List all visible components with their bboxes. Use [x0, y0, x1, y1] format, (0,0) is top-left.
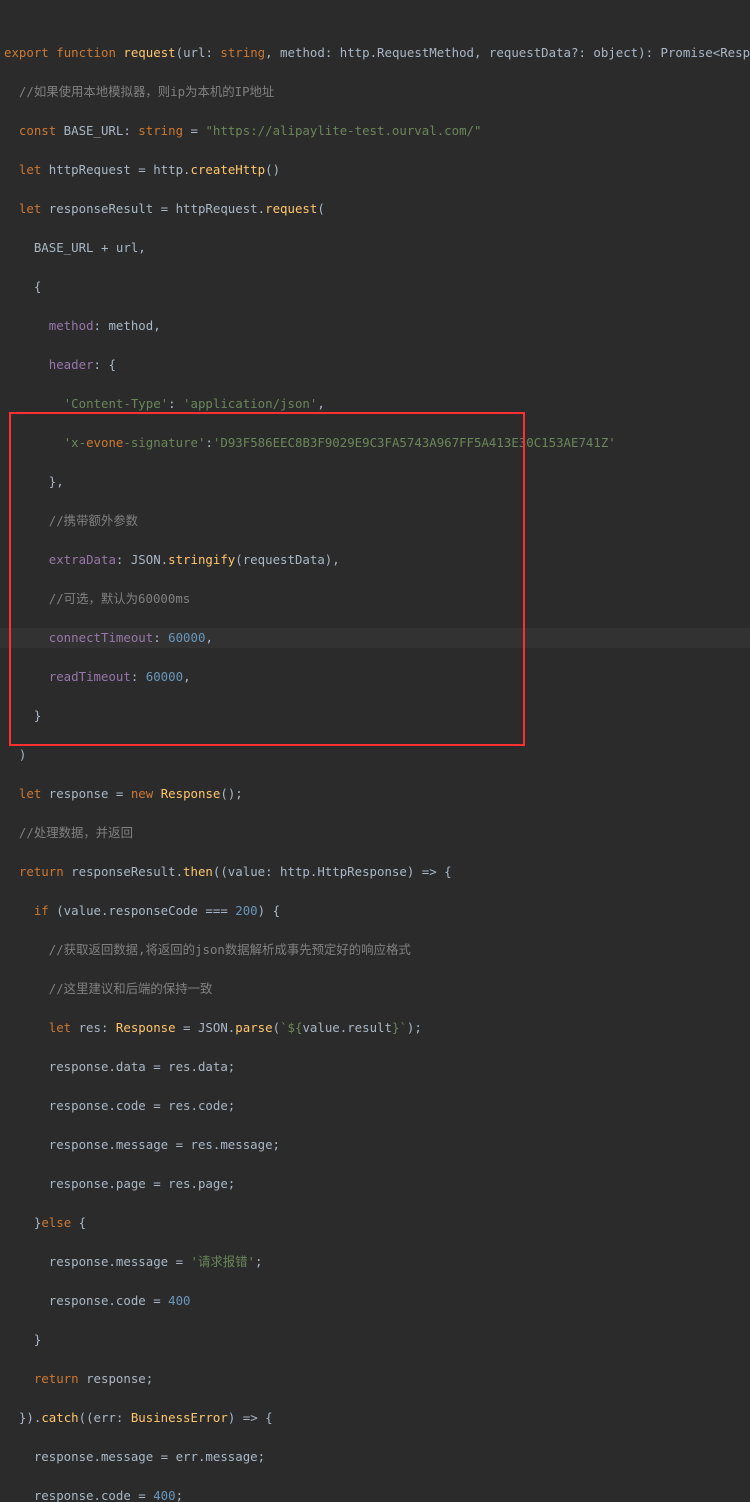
code-editor[interactable]: export function request(url: string, met… [0, 0, 750, 1502]
code-line: //可选，默认为60000ms [0, 589, 750, 609]
code-line: response.message = res.message; [0, 1135, 750, 1155]
code-line: } [0, 1330, 750, 1350]
code-line: let res: Response = JSON.parse(`${value.… [0, 1018, 750, 1038]
code-line: //这里建议和后端的保持一致 [0, 979, 750, 999]
code-line: { [0, 277, 750, 297]
code-line: //处理数据，并返回 [0, 823, 750, 843]
code-line: const BASE_URL: string = "https://alipay… [0, 121, 750, 141]
code-line: let response = new Response(); [0, 784, 750, 804]
code-line: //携带额外参数 [0, 511, 750, 531]
code-line: //如果使用本地模拟器，则ip为本机的IP地址 [0, 82, 750, 102]
code-line: ) [0, 745, 750, 765]
code-line: }, [0, 472, 750, 492]
code-line: if (value.responseCode === 200) { [0, 901, 750, 921]
code-line: response.data = res.data; [0, 1057, 750, 1077]
code-line: } [0, 706, 750, 726]
code-line: return responseResult.then((value: http.… [0, 862, 750, 882]
code-line: 'Content-Type': 'application/json', [0, 394, 750, 414]
code-line: response.code = 400; [0, 1486, 750, 1502]
code-line: method: method, [0, 316, 750, 336]
code-line: }).catch((err: BusinessError) => { [0, 1408, 750, 1428]
code-line: readTimeout: 60000, [0, 667, 750, 687]
code-line: 'x-evone-signature':'D93F586EEC8B3F9029E… [0, 433, 750, 453]
code-line: response.page = res.page; [0, 1174, 750, 1194]
code-line: response.code = 400 [0, 1291, 750, 1311]
code-line: }else { [0, 1213, 750, 1233]
code-line: //获取返回数据,将返回的json数据解析成事先预定好的响应格式 [0, 940, 750, 960]
code-line: let httpRequest = http.createHttp() [0, 160, 750, 180]
code-line: extraData: JSON.stringify(requestData), [0, 550, 750, 570]
code-line: BASE_URL + url, [0, 238, 750, 258]
code-line: return response; [0, 1369, 750, 1389]
highlight-box [9, 412, 525, 746]
code-line: response.code = res.code; [0, 1096, 750, 1116]
code-line: header: { [0, 355, 750, 375]
code-line: let responseResult = httpRequest.request… [0, 199, 750, 219]
code-line: response.message = '请求报错'; [0, 1252, 750, 1272]
code-line: response.message = err.message; [0, 1447, 750, 1467]
code-line-highlighted: connectTimeout: 60000, [0, 628, 750, 648]
code-line: export function request(url: string, met… [0, 43, 750, 63]
